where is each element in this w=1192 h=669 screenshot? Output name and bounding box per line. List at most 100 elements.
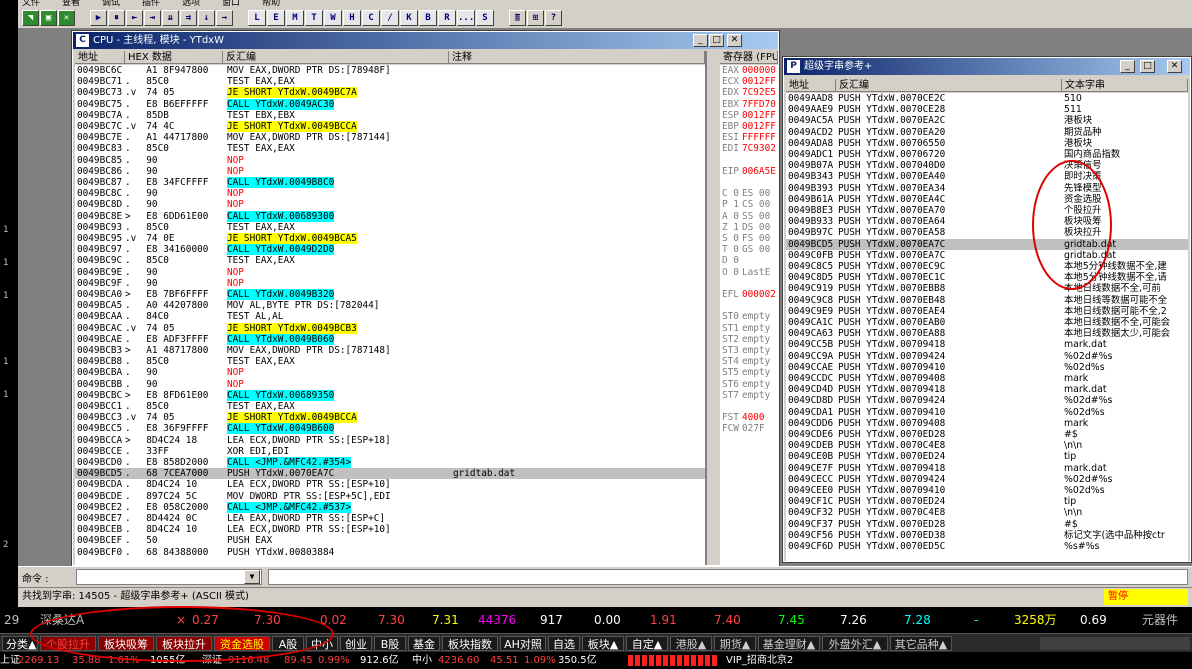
disasm-row[interactable]: 0049BC6C A1 8F947800 MOV EAX,DWORD PTR DS… [75,65,705,76]
register-row[interactable]: ST6 empty [720,379,778,390]
disasm-row[interactable]: 0049BC9E. 90 NOP [75,267,705,278]
disasm-row[interactable]: 0049BC9F. 90 NOP [75,278,705,289]
menu-help[interactable]: 帮助 [262,0,280,7]
market-tab[interactable]: 板块指数 [442,636,498,651]
register-row[interactable]: EDX 7C92E5 [720,87,778,98]
register-row[interactable]: ST5 empty [720,367,778,378]
string-row[interactable]: 0049CECC PUSH YTdxW.00709424 %02d#%s [786,474,1188,485]
toolbar-button[interactable]: ⊞ [527,10,544,26]
string-row[interactable]: 0049C9E9 PUSH YTdxW.0070EAE4 本地日线数据可能不全,2 [786,306,1188,317]
register-row[interactable]: A 0 SS 00 [720,211,778,222]
string-row[interactable]: 0049B07A PUSH YTdxW.007040D0 决策信号 [786,160,1188,171]
disasm-row[interactable]: 0049BCAA. 84C0 TEST AL,AL [75,311,705,322]
string-row[interactable]: 0049C8C5 PUSH YTdxW.0070EC9C 本地5分钟线数据不全,建 [786,261,1188,272]
register-row[interactable]: P 1 CS 00 [720,199,778,210]
register-row[interactable]: ST2 empty [720,334,778,345]
close-icon[interactable]: ✕ [727,34,742,47]
register-row[interactable]: ESI FFFFFF [720,132,778,143]
register-row[interactable] [720,300,778,311]
disasm-row[interactable]: 0049BCB3 > A1 48717800 MOV EAX,DWORD PTR D… [75,345,705,356]
string-row[interactable]: 0049CC5B PUSH YTdxW.00709418 mark.dat [786,339,1188,350]
market-tab[interactable]: 港股▲ [670,636,712,651]
market-tab[interactable]: 资金选股 [214,636,270,651]
register-row[interactable]: ST7 empty [720,390,778,401]
disasm-row[interactable]: 0049BC97. E8 34160000 CALL YTdxW.0049D2D0 [75,244,705,256]
market-tab[interactable]: 中小 [306,636,338,651]
market-tab[interactable]: 板块拉升 [156,636,212,651]
maximize-icon[interactable]: □ [709,34,724,47]
string-row[interactable]: 0049ADA8 PUSH YTdxW.00706550 港板块 [786,138,1188,149]
string-row[interactable]: 0049CDD6 PUSH YTdxW.00709408 mark [786,418,1188,429]
disassembly-pane[interactable]: 0049BC6C A1 8F947800 MOV EAX,DWORD PTR DS… [75,65,705,565]
disasm-row[interactable]: 0049BCE2. E8 058C2000 CALL <JMP.&MFC42.#5… [75,501,705,513]
disasm-row[interactable]: 0049BCDA. 8D4C24 10 LEA ECX,DWORD PTR SS:… [75,479,705,490]
toolbar-button[interactable]: ⇊ [162,10,179,26]
toolbar-button[interactable]: L [248,10,266,26]
string-row[interactable]: 0049BCD5 PUSH YTdxW.0070EA7C gridtab.dat [786,238,1188,250]
register-row[interactable]: D 0 [720,255,778,266]
disasm-row[interactable]: 0049BCC3 .v 74 05 JE SHORT YTdxW.0049BCCA [75,412,705,424]
toolbar-button[interactable]: / [381,10,399,26]
toolbar-button[interactable]: C [362,10,380,26]
string-row[interactable]: 0049CCAE PUSH YTdxW.00709410 %02d%s [786,362,1188,373]
col-header-comment[interactable]: 注释 [449,51,705,64]
registers-pane[interactable]: EAX 000000 ECX 0012FF EDX 7C92E5 EBX 7FFD70 ESP 0… [720,65,778,565]
menu-plugins[interactable]: 插件 [142,0,160,7]
toolbar-button[interactable]: ... [457,10,475,26]
string-row[interactable]: 0049AAE9 PUSH YTdxW.0070CE28 511 [786,104,1188,115]
disasm-row[interactable]: 0049BC7E. A1 44717800 MOV EAX,DWORD PTR D… [75,132,705,143]
register-row[interactable]: ST0 empty [720,311,778,322]
disasm-row[interactable]: 0049BC75. E8 B6EFFFFF CALL YTdxW.0049AC30 [75,98,705,110]
market-tab[interactable]: A股 [272,636,304,651]
disasm-row[interactable]: 0049BC87. E8 34FCFFFF CALL YTdxW.0049B8C0 [75,177,705,188]
command-input[interactable] [76,569,262,585]
toolbar-button[interactable]: S [476,10,494,26]
disasm-row[interactable]: 0049BC9C. 85C0 TEST EAX,EAX [75,255,705,266]
string-row[interactable]: 0049CF56 PUSH YTdxW.0070ED38 标记文字(选中品种按ctr [786,530,1188,541]
disasm-row[interactable]: 0049BC8E > E8 6DD61E00 CALL YTdxW.00689300 [75,210,705,222]
col-header-text-string[interactable]: 文本字串 [1062,79,1188,92]
disasm-row[interactable]: 0049BCDE. 897C24 5C MOV DWORD PTR SS:[ESP… [75,491,705,502]
string-row[interactable]: 0049CA63 PUSH YTdxW.0070EA88 本地日线数据太少,可能会 [786,328,1188,339]
register-row[interactable]: T 0 GS 00 [720,244,778,255]
disasm-row[interactable]: 0049BCA0 > E8 7BF6FFFF CALL YTdxW.0049B320 [75,289,705,300]
string-row[interactable]: 0049B393 PUSH YTdxW.0070EA34 先锋模型 [786,183,1188,194]
toolbar-button[interactable]: → [216,10,233,26]
toolbar-button[interactable]: H [343,10,361,26]
close-icon[interactable]: ✕ [1167,60,1182,73]
toolbar-button[interactable]: ▶ [90,10,107,26]
string-row[interactable]: 0049CD4D PUSH YTdxW.00709418 mark.dat [786,384,1188,395]
market-tab[interactable]: 板块▲ [582,636,624,651]
disasm-row[interactable]: 0049BC95 .v 74 0E JE SHORT YTdxW.0049BCA5 [75,233,705,244]
register-row[interactable]: ECX 0012FF [720,76,778,87]
market-tab[interactable]: B股 [374,636,406,651]
market-tab[interactable]: 其它品种▲ [890,636,952,651]
menu-options[interactable]: 选项 [182,0,200,7]
tab-scrollbar[interactable] [1040,637,1190,650]
string-row[interactable]: 0049CCDC PUSH YTdxW.00709408 mark [786,373,1188,384]
string-row[interactable]: 0049C919 PUSH YTdxW.0070EBB8 本地日线数据不全,可前 [786,283,1188,294]
minimize-icon[interactable]: _ [1120,60,1135,73]
disasm-row[interactable]: 0049BCA5. A0 44207800 MOV AL,BYTE PTR DS:… [75,300,705,311]
string-row[interactable]: 0049CA1C PUSH YTdxW.0070EAB0 本地日线数据不全,可能会 [786,317,1188,328]
string-row[interactable]: 0049B97C PUSH YTdxW.0070EA58 板块拉升 [786,227,1188,238]
disasm-row[interactable]: 0049BCE7. 8D4424 0C LEA EAX,DWORD PTR SS:… [75,513,705,524]
market-tab[interactable]: 板块吸筹 [98,636,154,651]
string-row[interactable]: 0049C9C8 PUSH YTdxW.0070EB48 本地日线等数据可能不全 [786,295,1188,306]
register-row[interactable]: C 0 ES 00 [720,188,778,199]
market-tab[interactable]: 基金 [408,636,440,651]
disasm-row[interactable]: 0049BCCE. 33FF XOR EDI,EDI [75,446,705,457]
string-row[interactable]: 0049CC9A PUSH YTdxW.00709424 %02d#%s [786,351,1188,362]
disasm-row[interactable]: 0049BC85. 90 NOP [75,155,705,166]
market-tab[interactable]: 分类▲ [2,636,38,651]
toolbar-button[interactable]: ⏸ [108,10,125,26]
string-row[interactable]: 0049CDE6 PUSH YTdxW.0070ED28 #$ [786,429,1188,440]
register-row[interactable]: ST3 empty [720,345,778,356]
disasm-row[interactable]: 0049BC7A. 85DB TEST EBX,EBX [75,110,705,121]
disasm-row[interactable]: 0049BC93. 85C0 TEST EAX,EAX [75,222,705,233]
string-row[interactable]: 0049B61A PUSH YTdxW.0070EA4C 资金选股 [786,194,1188,205]
col-header-hex[interactable]: HEX 数据 [125,51,223,64]
string-row[interactable]: 0049AAD8 PUSH YTdxW.0070CE2C 510 [786,93,1188,104]
string-row[interactable]: 0049ADC1 PUSH YTdxW.00706720 国内商品指数 [786,149,1188,160]
col-header-disasm[interactable]: 反汇编 [223,51,449,64]
